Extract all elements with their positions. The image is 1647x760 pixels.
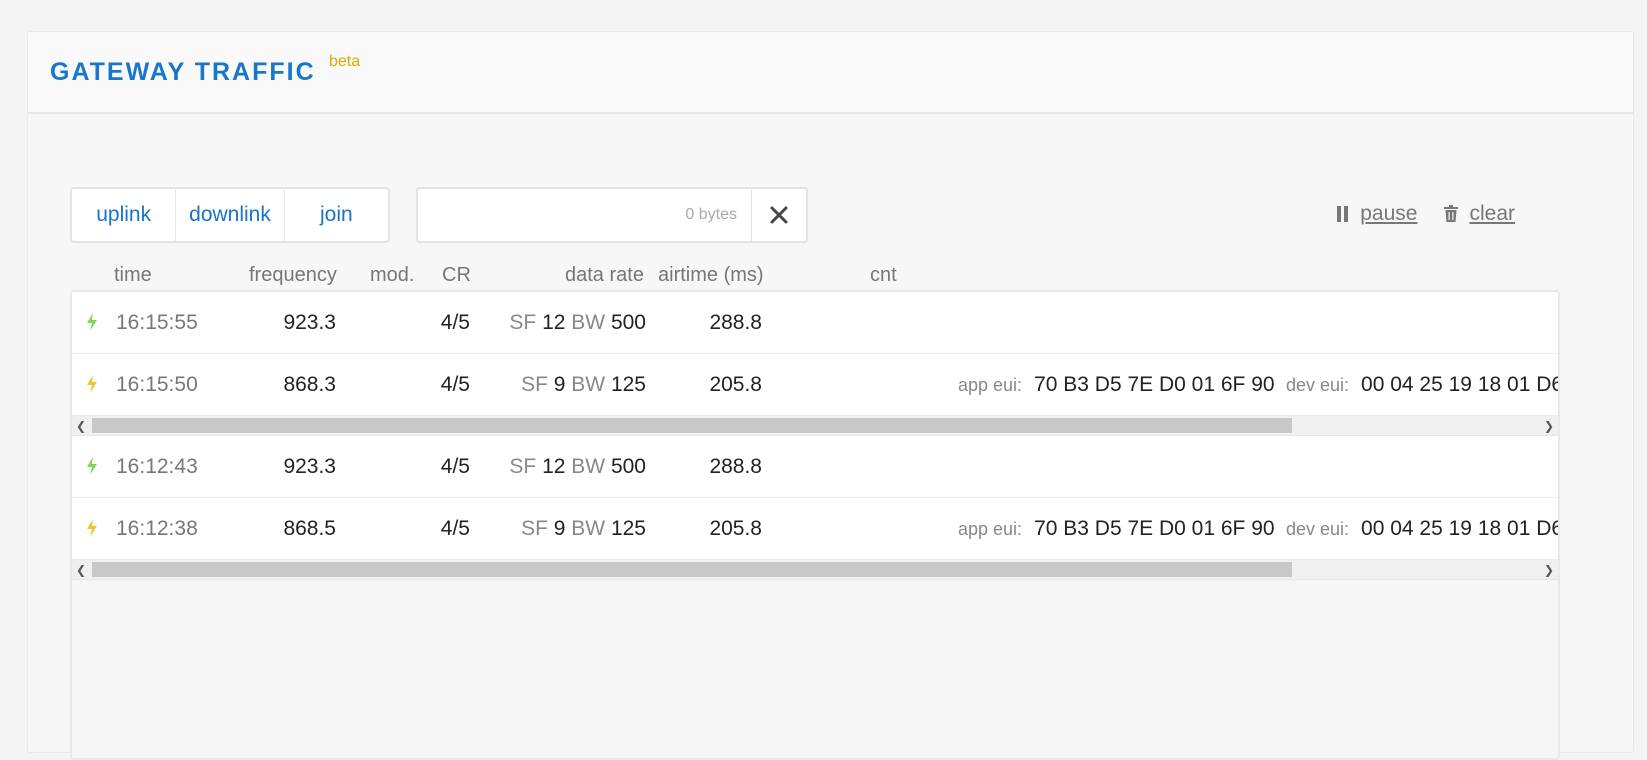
- app-eui-label: app eui:: [958, 375, 1023, 395]
- col-time: time: [114, 264, 152, 286]
- row-cr: 4/5: [440, 373, 470, 396]
- trash-icon: [1444, 205, 1459, 222]
- row-cr: 4/5: [440, 455, 470, 478]
- app-eui-label: app eui:: [958, 519, 1023, 539]
- scrollbar-thumb[interactable]: [92, 562, 1292, 577]
- bw-label: BW: [571, 373, 606, 396]
- row-airtime: 205.8: [709, 517, 762, 540]
- scroll-right-icon[interactable]: ❯: [1540, 560, 1558, 579]
- dev-eui-label: dev eui:: [1286, 375, 1350, 395]
- col-cr: CR: [442, 264, 471, 286]
- col-mod: mod.: [370, 264, 415, 286]
- horizontal-scrollbar[interactable]: ❮ ❯: [72, 560, 1558, 580]
- traffic-table: 16:15:55 923.3 4/5 SF 12 BW 500 288.8 16…: [70, 290, 1560, 760]
- row-data-rate: SF 12 BW 500: [509, 311, 646, 335]
- scroll-left-icon[interactable]: ❮: [72, 416, 90, 435]
- scroll-left-icon[interactable]: ❮: [72, 560, 90, 579]
- col-cnt: cnt: [870, 264, 897, 286]
- bw-label: BW: [571, 517, 606, 540]
- bolt-icon: [86, 313, 98, 337]
- row-time: 16:15:50: [116, 373, 198, 396]
- sf-value: 12: [542, 311, 566, 334]
- bw-value: 125: [610, 517, 646, 540]
- row-frequency: 923.3: [283, 311, 336, 334]
- downlink-filter-button[interactable]: downlink: [176, 189, 285, 241]
- close-icon: [770, 206, 788, 224]
- bolt-icon: [86, 375, 98, 399]
- sf-label: SF: [521, 517, 548, 540]
- scrollbar-thumb[interactable]: [92, 418, 1292, 433]
- bolt-icon: [86, 519, 98, 543]
- table-row[interactable]: 16:12:38 868.5 4/5 SF 9 BW 125 205.8 app…: [72, 498, 1558, 560]
- col-frequency: frequency: [249, 264, 337, 286]
- horizontal-scrollbar[interactable]: ❮ ❯: [72, 416, 1558, 436]
- payload-filter: [416, 187, 808, 243]
- traffic-controls: pause clear: [1336, 194, 1515, 234]
- clear-button[interactable]: clear: [1443, 202, 1515, 226]
- bolt-icon: [86, 457, 98, 481]
- pause-label: pause: [1360, 202, 1418, 225]
- direction-filter-group: uplink downlink join: [70, 187, 390, 243]
- sf-value: 12: [542, 455, 566, 478]
- row-airtime: 288.8: [709, 455, 762, 478]
- col-data-rate: data rate: [565, 264, 644, 286]
- scroll-right-icon[interactable]: ❯: [1540, 416, 1558, 435]
- bw-label: BW: [571, 455, 606, 478]
- gateway-traffic-card: GATEWAY TRAFFIC beta uplink downlink joi…: [27, 31, 1634, 760]
- pause-icon: [1337, 206, 1349, 222]
- app-eui-value: 70 B3 D5 7E D0 01 6F 90: [1034, 373, 1275, 396]
- row-cr: 4/5: [440, 311, 470, 334]
- bw-value: 500: [610, 455, 646, 478]
- traffic-content: uplink downlink join pause: [28, 114, 1633, 760]
- row-airtime: 205.8: [709, 373, 762, 396]
- pause-button[interactable]: pause: [1336, 202, 1417, 226]
- dev-eui-value: 00 04 25 19 18 01 D6 30: [1361, 517, 1558, 540]
- row-frequency: 923.3: [283, 455, 336, 478]
- row-data-rate: SF 12 BW 500: [509, 455, 646, 479]
- sf-value: 9: [553, 373, 566, 396]
- row-data-rate: SF 9 BW 125: [521, 517, 646, 541]
- row-app-eui: app eui: 70 B3 D5 7E D0 01 6F 90: [958, 517, 1275, 541]
- sf-label: SF: [521, 373, 548, 396]
- row-time: 16:15:55: [116, 311, 198, 334]
- dev-eui-label: dev eui:: [1286, 519, 1350, 539]
- clear-filter-button[interactable]: [751, 189, 806, 241]
- payload-filter-input[interactable]: [418, 189, 751, 241]
- table-row[interactable]: 16:15:50 868.3 4/5 SF 9 BW 125 205.8 app…: [72, 354, 1558, 416]
- bw-value: 500: [610, 311, 646, 334]
- dev-eui-value: 00 04 25 19 18 01 D6 30: [1361, 373, 1558, 396]
- row-dev-eui: dev eui: 00 04 25 19 18 01 D6 30: [1286, 373, 1558, 397]
- beta-badge: beta: [329, 53, 361, 70]
- sf-label: SF: [509, 311, 537, 334]
- card-header: GATEWAY TRAFFIC beta: [28, 32, 1633, 114]
- table-row[interactable]: 16:12:43 923.3 4/5 SF 12 BW 500 288.8: [72, 436, 1558, 498]
- row-time: 16:12:38: [116, 517, 198, 540]
- row-dev-eui: dev eui: 00 04 25 19 18 01 D6 30: [1286, 517, 1558, 541]
- row-frequency: 868.5: [283, 517, 336, 540]
- col-airtime: airtime (ms): [658, 264, 764, 286]
- clear-label: clear: [1469, 202, 1515, 225]
- row-airtime: 288.8: [709, 311, 762, 334]
- sf-label: SF: [509, 455, 537, 478]
- bw-label: BW: [571, 311, 606, 334]
- sf-value: 9: [553, 517, 566, 540]
- row-time: 16:12:43: [116, 455, 198, 478]
- app-eui-value: 70 B3 D5 7E D0 01 6F 90: [1034, 517, 1275, 540]
- bw-value: 125: [610, 373, 646, 396]
- uplink-filter-button[interactable]: uplink: [72, 189, 177, 241]
- row-app-eui: app eui: 70 B3 D5 7E D0 01 6F 90: [958, 373, 1275, 397]
- table-row[interactable]: 16:15:55 923.3 4/5 SF 12 BW 500 288.8: [72, 292, 1558, 354]
- page-title: GATEWAY TRAFFIC: [50, 58, 316, 86]
- row-cr: 4/5: [440, 517, 470, 540]
- join-filter-button[interactable]: join: [285, 189, 388, 241]
- row-frequency: 868.3: [283, 373, 336, 396]
- row-data-rate: SF 9 BW 125: [521, 373, 646, 397]
